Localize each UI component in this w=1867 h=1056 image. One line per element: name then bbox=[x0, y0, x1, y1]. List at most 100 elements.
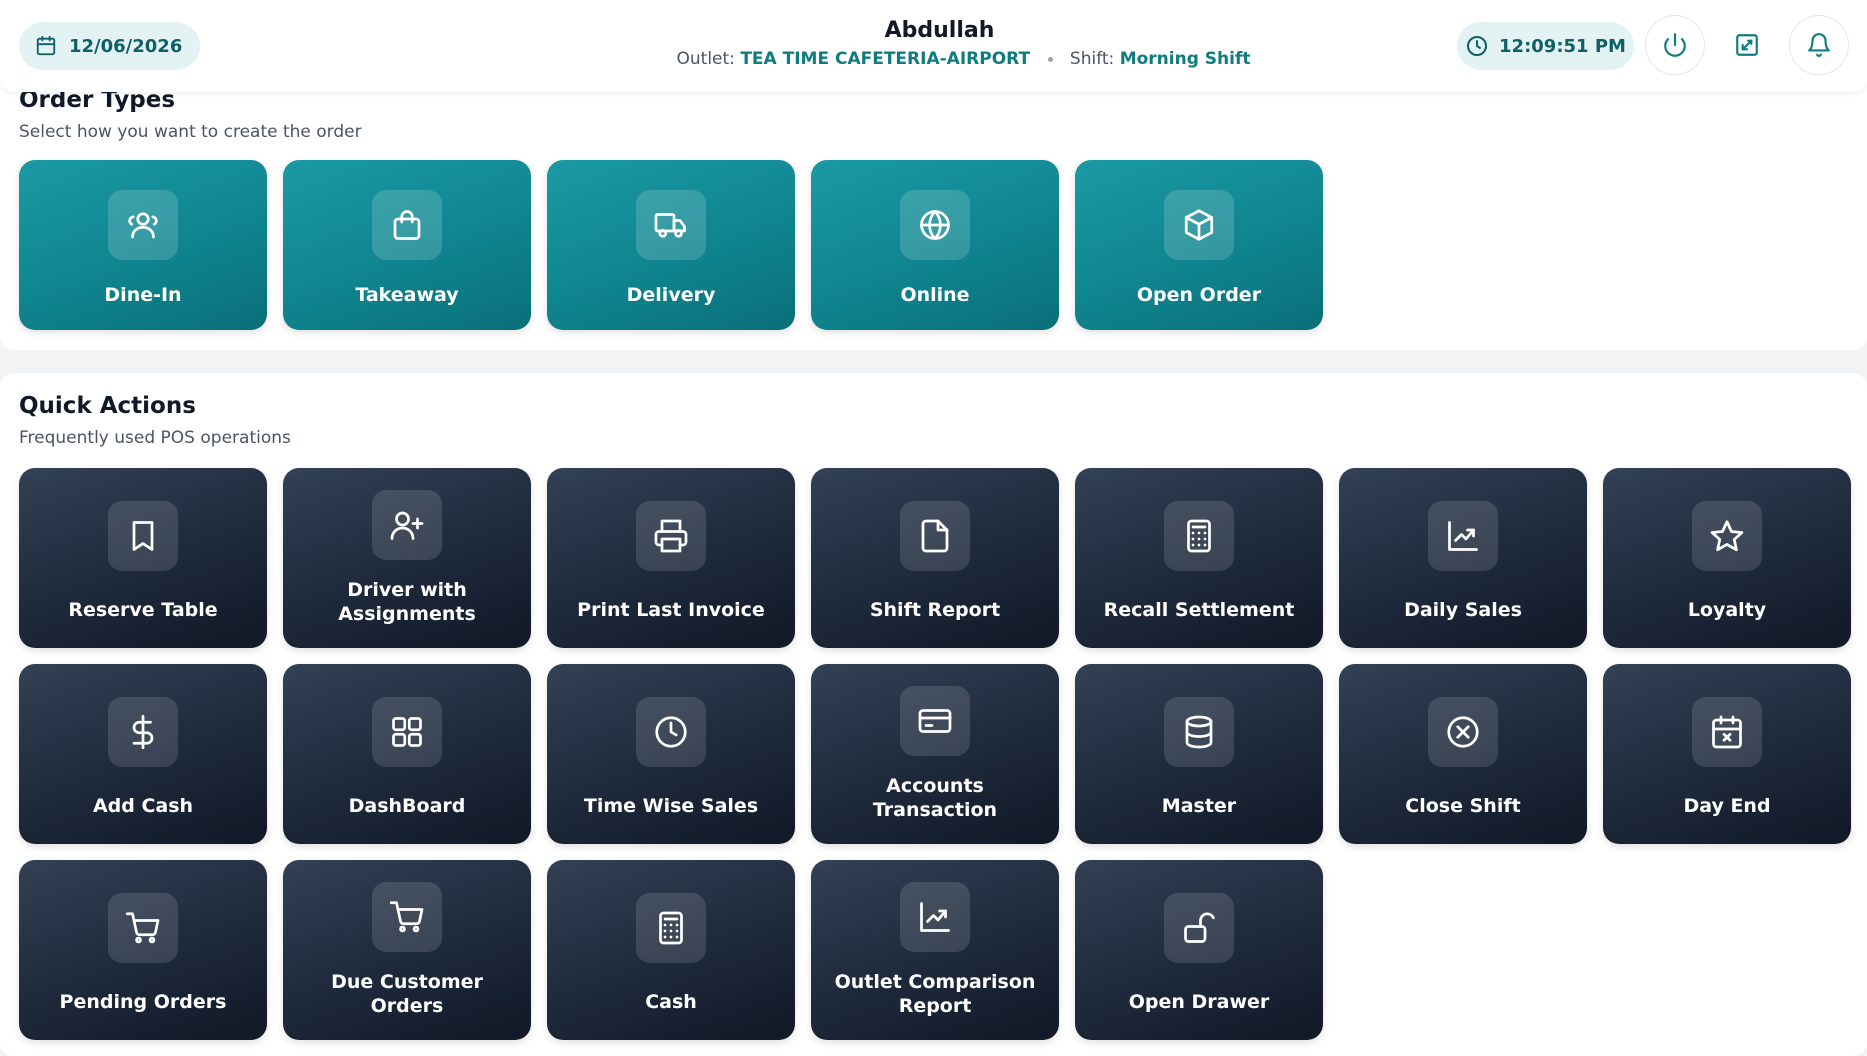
shift-label: Shift: bbox=[1069, 49, 1115, 69]
action-due-customer-orders[interactable]: Due Customer Orders bbox=[283, 860, 531, 1040]
clock-pill: 12:09:51 PM bbox=[1457, 22, 1634, 70]
icon-box bbox=[372, 490, 442, 560]
tile-label: Master bbox=[1161, 795, 1237, 817]
action-driver-assignments[interactable]: Driver with Assignments bbox=[283, 468, 531, 648]
users-icon bbox=[128, 212, 158, 239]
icon-box bbox=[1164, 501, 1234, 571]
clock-icon bbox=[655, 716, 687, 748]
icon-box bbox=[372, 697, 442, 767]
icon-box bbox=[1428, 501, 1498, 571]
power-icon bbox=[1664, 33, 1686, 57]
icon-box bbox=[372, 190, 442, 260]
tile-label: Add Cash bbox=[92, 795, 194, 817]
calendar-x-icon bbox=[1712, 715, 1742, 749]
tile-label: DashBoard bbox=[348, 795, 466, 817]
box-icon bbox=[1184, 209, 1214, 241]
outlet-label: Outlet: bbox=[676, 49, 735, 69]
action-pending-orders[interactable]: Pending Orders bbox=[19, 860, 267, 1040]
action-accounts-transaction[interactable]: Accounts Transaction bbox=[811, 664, 1059, 844]
tile-label: Delivery bbox=[626, 284, 716, 306]
notifications-button[interactable] bbox=[1789, 15, 1849, 75]
action-outlet-comparison-report[interactable]: Outlet Comparison Report bbox=[811, 860, 1059, 1040]
cart-icon bbox=[389, 901, 424, 933]
action-dashboard[interactable]: DashBoard bbox=[283, 664, 531, 844]
star-icon bbox=[1710, 520, 1744, 552]
printer-icon bbox=[654, 519, 688, 553]
quick-actions-title: Quick Actions bbox=[19, 393, 196, 419]
truck-icon bbox=[654, 213, 686, 238]
chart-line-icon bbox=[920, 902, 950, 932]
order-types-section: Order Types Select how you want to creat… bbox=[0, 60, 1867, 350]
icon-box bbox=[900, 501, 970, 571]
icon-box bbox=[372, 882, 442, 952]
action-daily-sales[interactable]: Daily Sales bbox=[1339, 468, 1587, 648]
clock-icon bbox=[1467, 36, 1488, 56]
icon-box bbox=[1692, 501, 1762, 571]
order-types-subtitle: Select how you want to create the order bbox=[19, 122, 362, 142]
tile-label: Close Shift bbox=[1405, 795, 1521, 817]
top-header: 12/06/2026 Abdullah Outlet: TEA TIME CAF… bbox=[0, 0, 1867, 92]
bookmark-icon bbox=[132, 521, 154, 551]
order-type-delivery[interactable]: Delivery bbox=[547, 160, 795, 330]
icon-box bbox=[636, 893, 706, 963]
tile-label: Driver with Assignments bbox=[338, 579, 476, 625]
action-recall-settlement[interactable]: Recall Settlement bbox=[1075, 468, 1323, 648]
icon-box bbox=[900, 190, 970, 260]
dollar-icon bbox=[132, 714, 154, 750]
icon-box bbox=[108, 190, 178, 260]
tile-label: Day End bbox=[1683, 795, 1771, 817]
action-open-drawer[interactable]: Open Drawer bbox=[1075, 860, 1323, 1040]
database-icon bbox=[1185, 715, 1213, 749]
action-close-shift[interactable]: Close Shift bbox=[1339, 664, 1587, 844]
exit-fullscreen-icon bbox=[1736, 34, 1758, 56]
order-type-takeaway[interactable]: Takeaway bbox=[283, 160, 531, 330]
icon-box bbox=[636, 190, 706, 260]
tile-label: Loyalty bbox=[1687, 599, 1767, 621]
action-print-last-invoice[interactable]: Print Last Invoice bbox=[547, 468, 795, 648]
action-time-wise-sales[interactable]: Time Wise Sales bbox=[547, 664, 795, 844]
tile-label: Pending Orders bbox=[59, 991, 227, 1013]
action-loyalty[interactable]: Loyalty bbox=[1603, 468, 1851, 648]
quick-actions-section: Quick Actions Frequently used POS operat… bbox=[0, 373, 1867, 1056]
bell-icon bbox=[1808, 33, 1830, 57]
icon-box bbox=[636, 501, 706, 571]
order-type-dine-in[interactable]: Dine-In bbox=[19, 160, 267, 330]
tile-label: Accounts Transaction bbox=[872, 775, 998, 821]
order-type-open-order[interactable]: Open Order bbox=[1075, 160, 1323, 330]
icon-box bbox=[108, 893, 178, 963]
file-icon bbox=[921, 519, 949, 553]
icon-box bbox=[900, 882, 970, 952]
icon-box bbox=[1164, 893, 1234, 963]
action-reserve-table[interactable]: Reserve Table bbox=[19, 468, 267, 648]
tile-label: Outlet Comparison Report bbox=[834, 971, 1036, 1017]
tile-label: Open Drawer bbox=[1128, 991, 1270, 1013]
cart-icon bbox=[125, 912, 160, 944]
tile-label: Daily Sales bbox=[1404, 599, 1522, 621]
tile-label: Due Customer Orders bbox=[331, 971, 483, 1017]
action-cash[interactable]: Cash bbox=[547, 860, 795, 1040]
icon-box bbox=[1164, 697, 1234, 767]
tile-label: Dine-In bbox=[104, 284, 182, 306]
tile-label: Cash bbox=[645, 991, 697, 1013]
action-master[interactable]: Master bbox=[1075, 664, 1323, 844]
quick-actions-subtitle: Frequently used POS operations bbox=[19, 428, 291, 448]
action-day-end[interactable]: Day End bbox=[1603, 664, 1851, 844]
icon-box bbox=[636, 697, 706, 767]
shift-name: Morning Shift bbox=[1119, 49, 1251, 69]
action-shift-report[interactable]: Shift Report bbox=[811, 468, 1059, 648]
separator-dot bbox=[1047, 56, 1053, 62]
calculator-icon bbox=[659, 911, 683, 945]
chart-line-icon bbox=[1448, 521, 1478, 551]
grid-icon bbox=[392, 717, 422, 747]
tile-label: Takeaway bbox=[355, 284, 459, 306]
x-circle-icon bbox=[1447, 716, 1479, 748]
logout-button[interactable] bbox=[1645, 15, 1705, 75]
tile-label: Open Order bbox=[1136, 284, 1262, 306]
icon-box bbox=[1692, 697, 1762, 767]
order-type-online[interactable]: Online bbox=[811, 160, 1059, 330]
tile-label: Shift Report bbox=[869, 599, 1001, 621]
unlock-icon bbox=[1184, 912, 1215, 943]
fullscreen-button[interactable] bbox=[1717, 15, 1777, 75]
icon-box bbox=[1428, 697, 1498, 767]
action-add-cash[interactable]: Add Cash bbox=[19, 664, 267, 844]
